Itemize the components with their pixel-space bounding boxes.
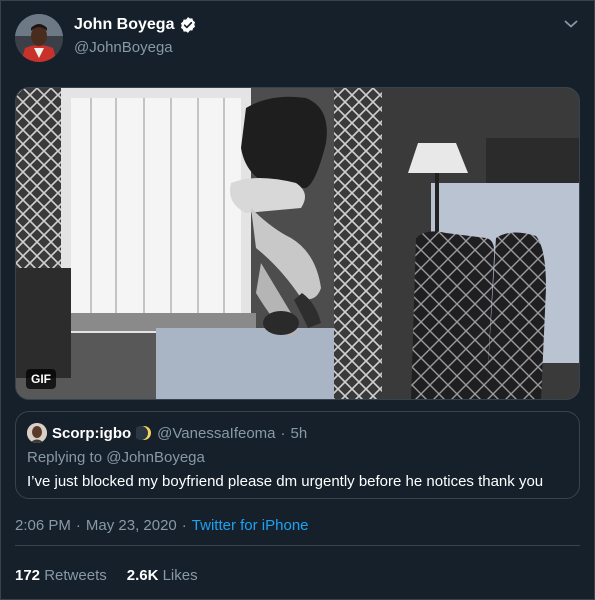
gif-scene-image — [16, 88, 579, 399]
tweet-source-link[interactable]: Twitter for iPhone — [192, 517, 309, 534]
quoted-tweet[interactable]: Scorp:igbo @VanessaIfeoma · 5h Replying … — [15, 411, 580, 499]
tweet-meta: 2:06 PM · May 23, 2020 · Twitter for iPh… — [15, 517, 309, 534]
quoted-tweet-header: Scorp:igbo @VanessaIfeoma · 5h — [27, 423, 307, 443]
author-display-name[interactable]: John Boyega — [74, 16, 174, 34]
verified-badge-icon — [179, 16, 197, 34]
retweets-count: 172 — [15, 567, 41, 584]
likes-label: Likes — [162, 567, 198, 584]
divider — [15, 545, 580, 546]
chevron-down-icon[interactable] — [562, 15, 580, 33]
tweet-stats: 172 Retweets 2.6K Likes — [15, 567, 198, 584]
quoted-tweet-text: I’ve just blocked my boyfriend please dm… — [27, 473, 544, 490]
gif-media[interactable]: GIF — [15, 87, 580, 400]
quoted-separator: · — [280, 424, 286, 442]
quoted-author-name[interactable]: Scorp:igbo — [52, 425, 131, 442]
author-avatar[interactable] — [15, 14, 63, 62]
retweets-stat[interactable]: 172 Retweets — [15, 567, 107, 584]
gif-badge: GIF — [26, 369, 56, 389]
quoted-author-handle[interactable]: @VanessaIfeoma — [157, 425, 275, 442]
tweet-date[interactable]: May 23, 2020 — [86, 517, 177, 534]
crescent-moon-emoji-icon — [134, 425, 152, 441]
meta-separator: · — [181, 517, 187, 534]
quoted-timestamp[interactable]: 5h — [291, 425, 308, 442]
author-name-row: John Boyega — [74, 16, 197, 34]
quoted-author-avatar[interactable] — [27, 423, 47, 443]
tweet-card: John Boyega @JohnBoyega GIF Scorp:igbo @… — [0, 0, 595, 600]
likes-stat[interactable]: 2.6K Likes — [127, 567, 198, 584]
retweets-label: Retweets — [44, 567, 107, 584]
author-handle[interactable]: @JohnBoyega — [74, 39, 173, 56]
quoted-replying-to: Replying to @JohnBoyega — [27, 449, 205, 466]
meta-separator: · — [75, 517, 81, 534]
likes-count: 2.6K — [126, 567, 159, 584]
tweet-time[interactable]: 2:06 PM — [15, 517, 71, 534]
